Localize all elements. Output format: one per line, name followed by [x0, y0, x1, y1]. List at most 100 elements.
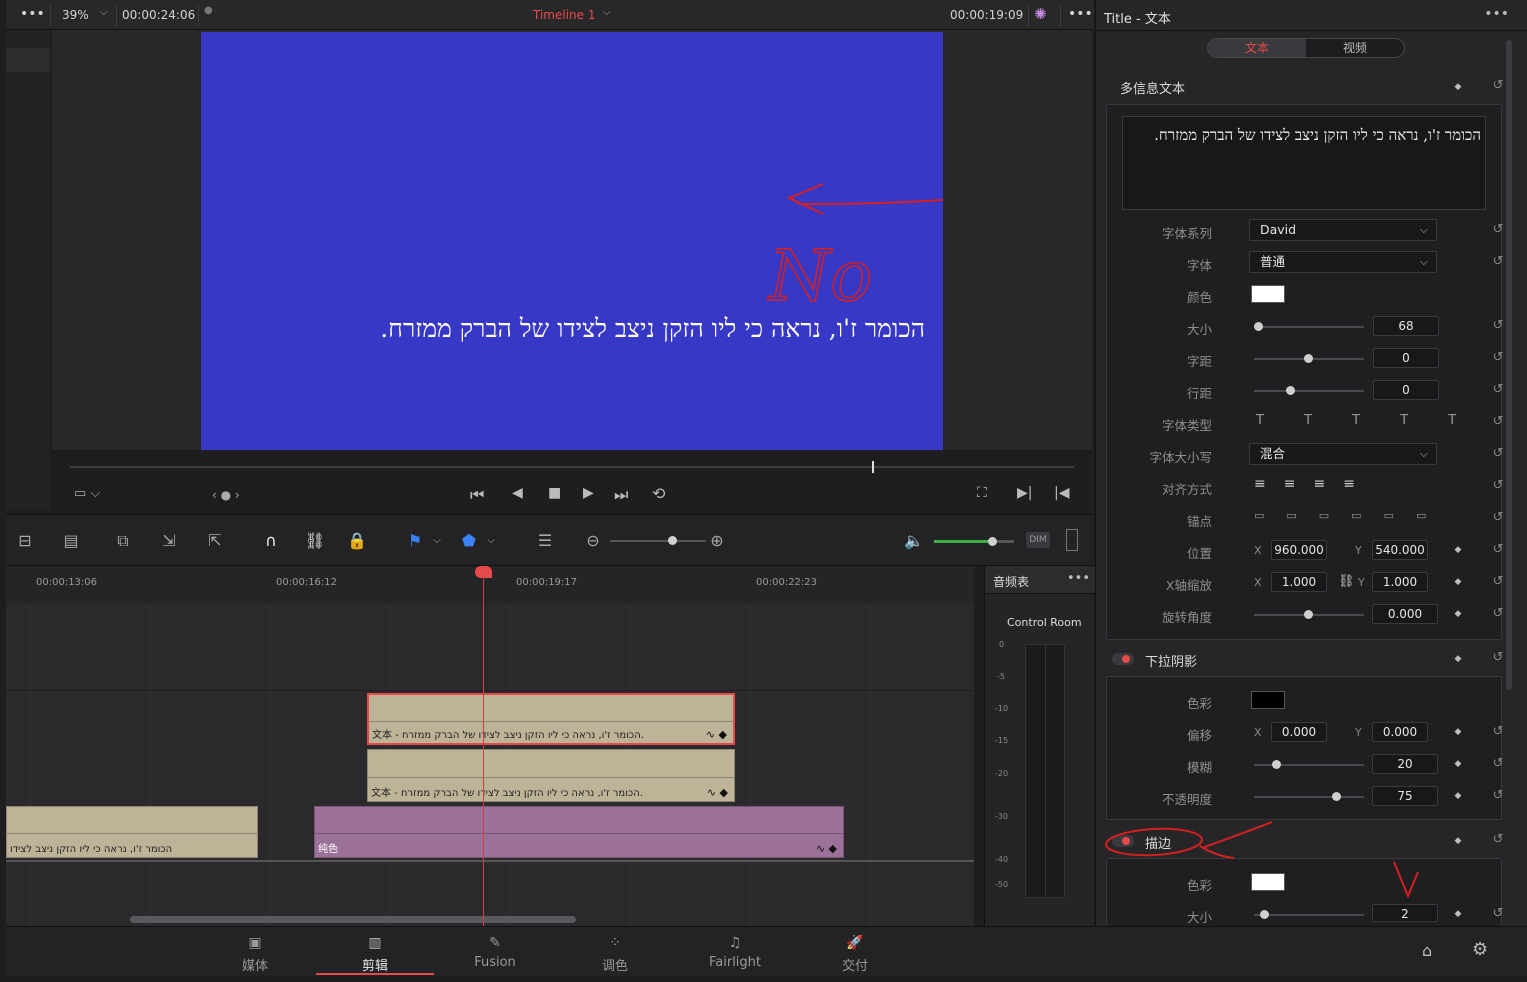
video-frame[interactable]: No הכומר ז'ו, נראה כי ליו הזקן ניצב לציד…	[201, 32, 943, 450]
zoom-dropdown-icon[interactable]: ⌵	[100, 7, 108, 18]
scrubber-handle[interactable]	[872, 461, 874, 473]
tab-text[interactable]: 文本	[1208, 39, 1306, 57]
opacity-field[interactable]: 75	[1372, 786, 1438, 806]
viewer-options-icon[interactable]: •••	[20, 6, 45, 22]
viewer-mode-icon[interactable]: ▭ ⌵	[74, 486, 100, 501]
alignment-icons[interactable]: ≡≡≡≡	[1254, 476, 1373, 492]
snapping-icon[interactable]: ∩	[260, 530, 282, 552]
reset-icon[interactable]: ↺	[1491, 255, 1505, 269]
blur-slider[interactable]	[1254, 760, 1364, 769]
page-fairlight[interactable]: ♫ Fairlight	[676, 927, 794, 975]
page-media[interactable]: ▣ 媒体	[196, 927, 314, 975]
keyframe-icon[interactable]: ◆	[1453, 545, 1463, 555]
place-on-top-icon[interactable]: ⇱	[204, 530, 226, 552]
reset-icon[interactable]: ↺	[1491, 479, 1505, 493]
reset-icon[interactable]: ↺	[1491, 651, 1505, 665]
audio-more-icon[interactable]: •••	[1067, 571, 1090, 586]
match-frame-icon[interactable]: ⛶	[977, 485, 987, 501]
zoom-y-field[interactable]: 1.000	[1372, 572, 1428, 592]
page-deliver[interactable]: 🚀 交付	[796, 927, 914, 975]
timeline-zoom-slider[interactable]	[610, 536, 706, 545]
jump-start-icon[interactable]: ⏮	[470, 485, 484, 505]
reset-icon[interactable]: ↺	[1491, 223, 1505, 237]
marker-icon[interactable]: ⬟	[458, 530, 480, 552]
anchor-icons[interactable]: ▭▭▭▭▭▭	[1254, 509, 1448, 522]
inspector-scrollbar[interactable]	[1506, 40, 1512, 690]
timeline-tracks[interactable]: 文本 - הכומר ז'ו, נראה כי ליו הזקן ניצב לצ…	[6, 604, 974, 926]
next-clip-icon[interactable]: ▶|	[1017, 485, 1032, 501]
tracking-slider[interactable]	[1254, 354, 1364, 363]
settings-gear-icon[interactable]: ⚙	[1472, 939, 1488, 960]
reset-icon[interactable]: ↺	[1491, 543, 1505, 557]
keyframe-icon[interactable]: ◆	[1453, 791, 1463, 801]
size-field[interactable]: 68	[1373, 316, 1439, 336]
page-fusion[interactable]: ✎ Fusion	[436, 927, 554, 975]
playhead-handle[interactable]	[475, 566, 492, 578]
reset-icon[interactable]: ↺	[1491, 447, 1505, 461]
stroke-size-slider[interactable]	[1254, 910, 1364, 919]
title-clip[interactable]: 文本 - הכומר ז'ו, נראה כי ליו הזקן ניצב לצ…	[367, 749, 735, 802]
playhead-line[interactable]	[483, 566, 484, 926]
page-color[interactable]: ⁘ 调色	[556, 927, 674, 975]
timeline-hscrollbar[interactable]	[130, 916, 576, 923]
timeline-view-icon[interactable]: ☰	[534, 530, 556, 552]
drop-shadow-toggle[interactable]	[1112, 653, 1134, 665]
replace-clip-icon[interactable]: ⇲	[158, 530, 180, 552]
reset-icon[interactable]: ↺	[1491, 415, 1505, 429]
color-wheel-icon[interactable]: ✺	[1034, 5, 1047, 23]
nav-dot-icon[interactable]: ‹ ● ›	[212, 488, 240, 502]
reset-icon[interactable]: ↺	[1491, 907, 1505, 921]
opacity-slider[interactable]	[1254, 792, 1364, 801]
flag-dropdown-icon[interactable]: ⌵	[426, 530, 448, 552]
title-clip-selected[interactable]: 文本 - הכומר ז'ו, נראה כי ליו הזקן ניצב לצ…	[367, 693, 735, 745]
reset-icon[interactable]: ↺	[1491, 511, 1505, 525]
reset-icon[interactable]: ↺	[1491, 575, 1505, 589]
zoom-value[interactable]: 39%	[62, 8, 89, 22]
case-dropdown[interactable]: 混合 ⌵	[1249, 443, 1437, 465]
timeline-dropdown-icon[interactable]: ⌵	[603, 7, 611, 18]
overwrite-clip-icon[interactable]: ⧉	[112, 530, 134, 552]
marker-dropdown-icon[interactable]: ⌵	[480, 530, 502, 552]
position-x-field[interactable]: 960.000	[1271, 540, 1327, 560]
reset-icon[interactable]: ↺	[1491, 725, 1505, 739]
keyframe-icon[interactable]: ◆	[1453, 577, 1463, 587]
rotation-field[interactable]: 0.000	[1372, 604, 1438, 624]
rotation-slider[interactable]	[1254, 610, 1364, 619]
page-edit[interactable]: ▥ 剪辑	[316, 927, 434, 975]
text-color-swatch[interactable]	[1251, 285, 1285, 303]
audio-meter-tab[interactable]: 音频表	[993, 573, 1029, 590]
reset-icon[interactable]: ↺	[1491, 757, 1505, 771]
zoom-x-field[interactable]: 1.000	[1271, 572, 1327, 592]
font-type-icons[interactable]: T T T T T	[1256, 413, 1474, 428]
reset-icon[interactable]: ↺	[1491, 319, 1505, 333]
offset-y-field[interactable]: 0.000	[1372, 722, 1428, 742]
position-y-field[interactable]: 540.000	[1372, 540, 1428, 560]
prev-clip-icon[interactable]: |◀	[1054, 485, 1069, 501]
insert-clip-icon[interactable]: ▤	[60, 530, 82, 552]
keyframe-icon[interactable]: ◆	[1453, 727, 1463, 737]
reset-icon[interactable]: ↺	[1491, 607, 1505, 621]
keyframe-icon[interactable]: ◆	[1453, 836, 1463, 846]
dim-button[interactable]: DIM	[1026, 532, 1050, 548]
keyframe-icon[interactable]: ◆	[1453, 759, 1463, 769]
stroke-size-field[interactable]: 2	[1372, 904, 1438, 922]
trim-mode-icon[interactable]: ⊟	[14, 530, 36, 552]
reset-icon[interactable]: ↺	[1491, 351, 1505, 365]
zoom-in-icon[interactable]: ⊕	[706, 530, 728, 552]
speaker-icon[interactable]: 🔈	[903, 530, 925, 552]
line-spacing-field[interactable]: 0	[1373, 380, 1439, 400]
tracking-field[interactable]: 0	[1373, 348, 1439, 368]
keyframe-icon[interactable]: ◆	[1453, 909, 1463, 919]
viewer-scrubber[interactable]	[70, 461, 1074, 473]
reset-icon[interactable]: ↺	[1491, 833, 1505, 847]
title-clip-left[interactable]: הכומר ז'ו, נראה כי ליו הזקן ניצב לצידו	[6, 806, 258, 858]
offset-x-field[interactable]: 0.000	[1271, 722, 1327, 742]
keyframe-icon[interactable]: ◆	[1453, 82, 1463, 92]
keyframe-icon[interactable]: ◆	[1453, 654, 1463, 664]
jump-end-icon[interactable]: ⏭	[614, 485, 628, 505]
play-icon[interactable]: ▶	[583, 485, 594, 501]
reset-icon[interactable]: ↺	[1491, 79, 1505, 93]
timeline-name[interactable]: Timeline 1	[533, 8, 595, 22]
solid-color-clip[interactable]: 纯色 ∿ ◆	[314, 806, 844, 858]
font-style-dropdown[interactable]: 普通 ⌵	[1249, 251, 1437, 273]
